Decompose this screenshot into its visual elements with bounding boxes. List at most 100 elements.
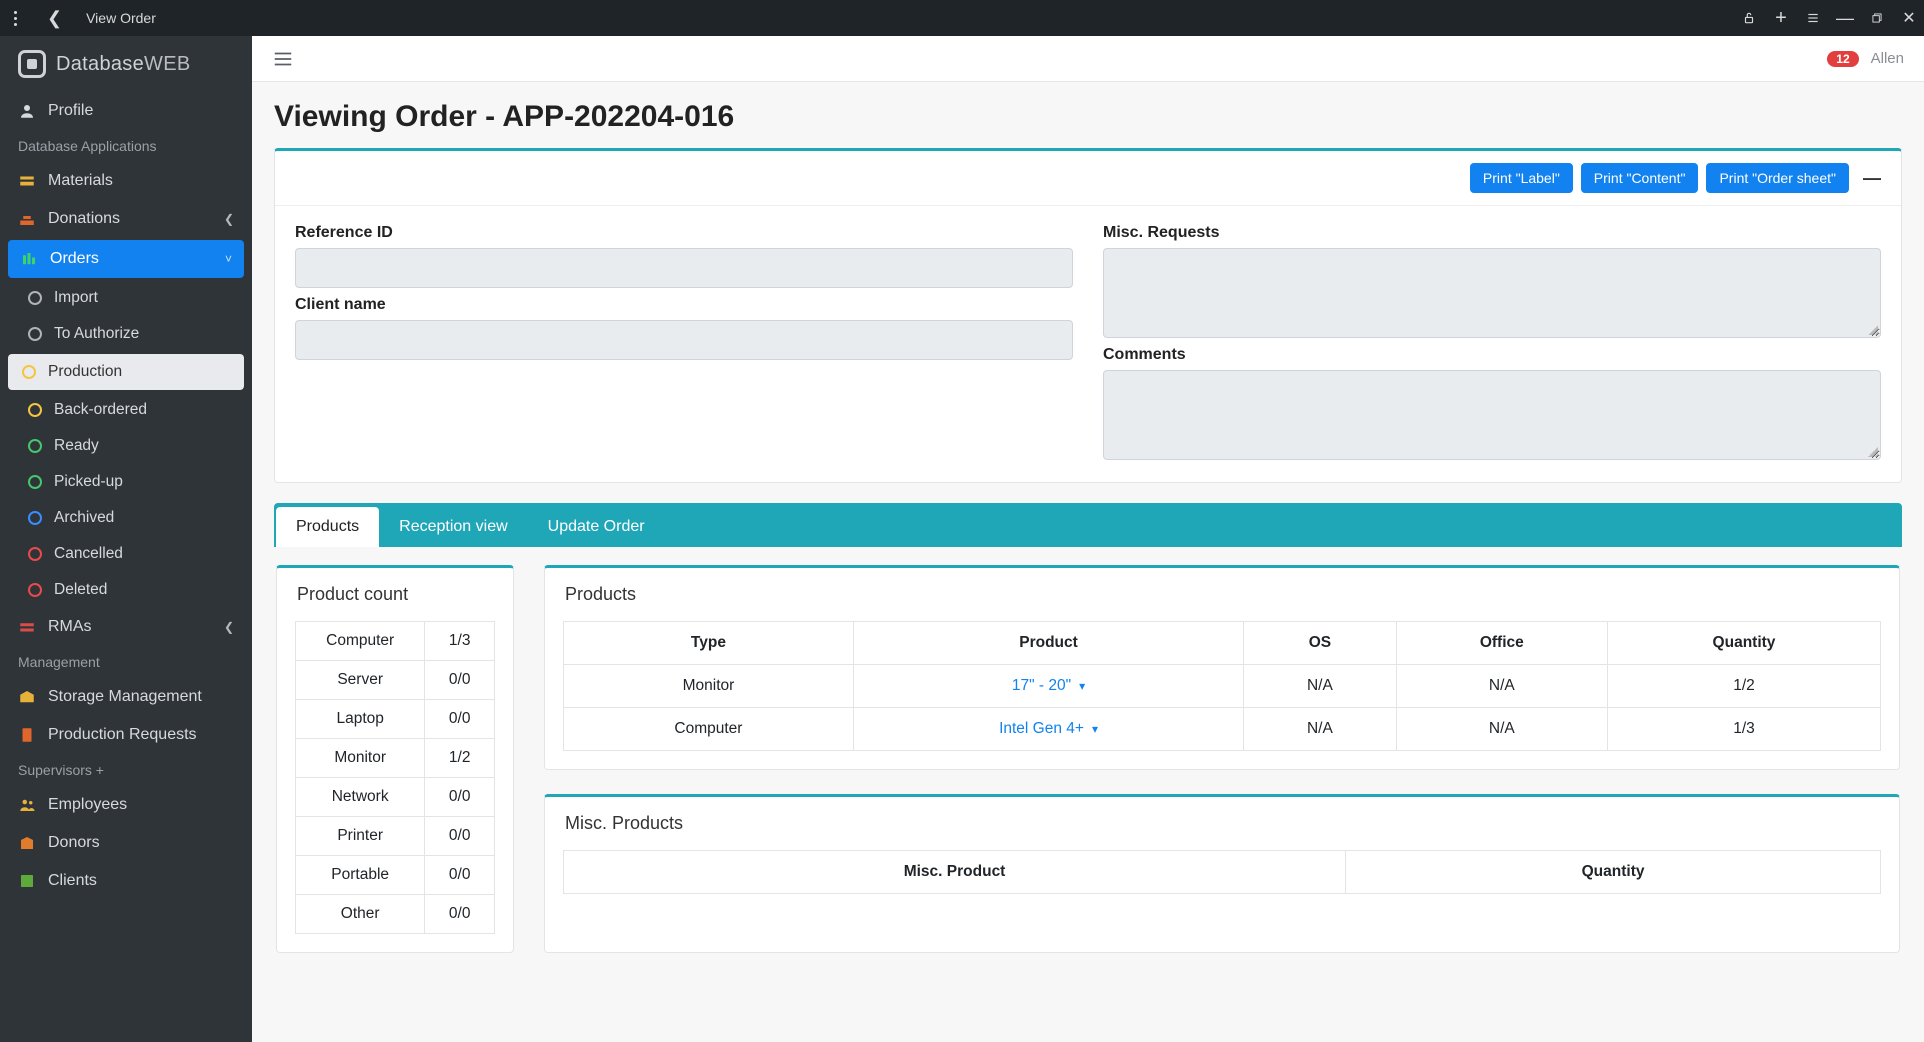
- orders-sub-archived[interactable]: Archived: [0, 500, 252, 536]
- chevron-down-icon: ▾: [1079, 679, 1085, 693]
- cell-office: N/A: [1396, 665, 1607, 708]
- col-type: Type: [564, 622, 854, 665]
- sub-item-label: To Authorize: [54, 325, 139, 343]
- orders-sub-cancelled[interactable]: Cancelled: [0, 536, 252, 572]
- back-button[interactable]: ❮: [39, 8, 70, 29]
- product-name: Intel Gen 4+: [999, 720, 1084, 738]
- cell-product: Intel Gen 4+▾: [853, 708, 1243, 751]
- window-minimize-icon[interactable]: —: [1838, 11, 1852, 25]
- window-title: View Order: [86, 10, 156, 26]
- col-misc-qty: Quantity: [1346, 851, 1881, 894]
- sidebar-item-donors[interactable]: Donors: [0, 824, 252, 862]
- product-row: Monitor17" - 20"▾N/AN/A1/2: [564, 665, 1881, 708]
- orders-sub-picked-up[interactable]: Picked-up: [0, 464, 252, 500]
- clients-icon: [18, 872, 36, 890]
- window-more-icon[interactable]: [8, 11, 23, 26]
- client-name-field[interactable]: [295, 320, 1073, 360]
- sidebar-item-label: Orders: [50, 250, 99, 268]
- orders-icon: [20, 250, 38, 268]
- collapse-icon[interactable]: —: [1857, 168, 1887, 189]
- chevron-down-icon: ˅: [225, 252, 232, 266]
- window-maximize-icon[interactable]: [1870, 11, 1884, 25]
- status-bullet-icon: [28, 291, 42, 305]
- count-value: 0/0: [425, 661, 495, 700]
- count-label: Portable: [296, 856, 425, 895]
- page-title: Viewing Order - APP-202204-016: [274, 100, 1902, 134]
- status-bullet-icon: [28, 547, 42, 561]
- cell-product: 17" - 20" ▾: [853, 665, 1243, 708]
- count-label: Network: [296, 778, 425, 817]
- sidebar-item-storage[interactable]: Storage Management: [0, 678, 252, 716]
- status-bullet-icon: [28, 327, 42, 341]
- print-label-button[interactable]: Print "Label": [1470, 163, 1573, 193]
- comments-field[interactable]: [1103, 370, 1881, 460]
- sidebar-item-prodreq[interactable]: Production Requests: [0, 716, 252, 754]
- orders-sub-back-ordered[interactable]: Back-ordered: [0, 392, 252, 428]
- col-product: Product: [853, 622, 1243, 665]
- sidebar-item-employees[interactable]: Employees: [0, 786, 252, 824]
- product-dropdown[interactable]: 17" - 20" ▾: [1012, 677, 1085, 695]
- window-close-icon[interactable]: ✕: [1902, 11, 1916, 25]
- count-row: Printer0/0: [296, 817, 495, 856]
- sidebar-item-orders[interactable]: Orders ˅: [8, 240, 244, 278]
- count-label: Server: [296, 661, 425, 700]
- order-form: Reference ID Client name Misc. Requests: [275, 206, 1901, 482]
- cell-qty: 1/3: [1607, 708, 1880, 751]
- sub-item-label: Archived: [54, 509, 114, 527]
- sidebar-section-mgmt: Management: [0, 646, 252, 678]
- menu-icon[interactable]: [1806, 11, 1820, 25]
- sub-item-label: Production: [48, 363, 122, 381]
- status-bullet-icon: [28, 475, 42, 489]
- current-user[interactable]: Allen: [1871, 50, 1904, 67]
- sidebar-item-donations[interactable]: Donations ❮: [0, 200, 252, 238]
- print-sheet-button[interactable]: Print "Order sheet": [1706, 163, 1849, 193]
- orders-sub-deleted[interactable]: Deleted: [0, 572, 252, 608]
- product-count-title: Product count: [277, 568, 513, 621]
- plus-icon[interactable]: +: [1774, 11, 1788, 25]
- col-misc-product: Misc. Product: [564, 851, 1346, 894]
- tab-products[interactable]: Products: [276, 507, 379, 547]
- count-row: Laptop0/0: [296, 700, 495, 739]
- product-name: 17" - 20": [1012, 677, 1071, 695]
- sidebar-item-label: Clients: [48, 872, 97, 890]
- tab-reception[interactable]: Reception view: [379, 507, 528, 547]
- sidebar-item-rmas[interactable]: RMAs ❮: [0, 608, 252, 646]
- reference-id-field[interactable]: [295, 248, 1073, 288]
- rmas-icon: [18, 618, 36, 636]
- sidebar-section-sup: Supervisors +: [0, 754, 252, 786]
- orders-sub-to-authorize[interactable]: To Authorize: [0, 316, 252, 352]
- count-value: 0/0: [425, 700, 495, 739]
- orders-sub-ready[interactable]: Ready: [0, 428, 252, 464]
- sidebar-item-materials[interactable]: Materials: [0, 162, 252, 200]
- cell-office: N/A: [1396, 708, 1607, 751]
- status-bullet-icon: [28, 583, 42, 597]
- col-qty: Quantity: [1607, 622, 1880, 665]
- count-label: Monitor: [296, 739, 425, 778]
- product-dropdown[interactable]: Intel Gen 4+▾: [999, 720, 1098, 738]
- sidebar-item-clients[interactable]: Clients: [0, 862, 252, 900]
- storage-icon: [18, 688, 36, 706]
- lock-icon[interactable]: [1742, 11, 1756, 25]
- sidebar-item-profile[interactable]: Profile: [0, 92, 252, 130]
- orders-sub-import[interactable]: Import: [0, 280, 252, 316]
- employees-icon: [18, 796, 36, 814]
- cell-os: N/A: [1244, 665, 1396, 708]
- tab-update[interactable]: Update Order: [528, 507, 665, 547]
- orders-sub-production[interactable]: Production: [8, 354, 244, 390]
- sub-item-label: Cancelled: [54, 545, 123, 563]
- count-value: 1/3: [425, 622, 495, 661]
- misc-products-title: Misc. Products: [545, 797, 1899, 850]
- prodreq-icon: [18, 726, 36, 744]
- count-value: 0/0: [425, 778, 495, 817]
- sidebar-toggle-button[interactable]: [272, 48, 294, 70]
- print-content-button[interactable]: Print "Content": [1581, 163, 1699, 193]
- content-scroll[interactable]: Viewing Order - APP-202204-016 Print "La…: [252, 82, 1924, 1042]
- products-panel: Products Type Product OS Office Quantity…: [544, 565, 1900, 770]
- sub-item-label: Import: [54, 289, 98, 307]
- misc-requests-field[interactable]: [1103, 248, 1881, 338]
- count-row: Other0/0: [296, 895, 495, 934]
- notification-badge[interactable]: 12: [1827, 51, 1858, 67]
- misc-products-table: Misc. Product Quantity: [563, 850, 1881, 894]
- count-value: 0/0: [425, 895, 495, 934]
- count-value: 0/0: [425, 817, 495, 856]
